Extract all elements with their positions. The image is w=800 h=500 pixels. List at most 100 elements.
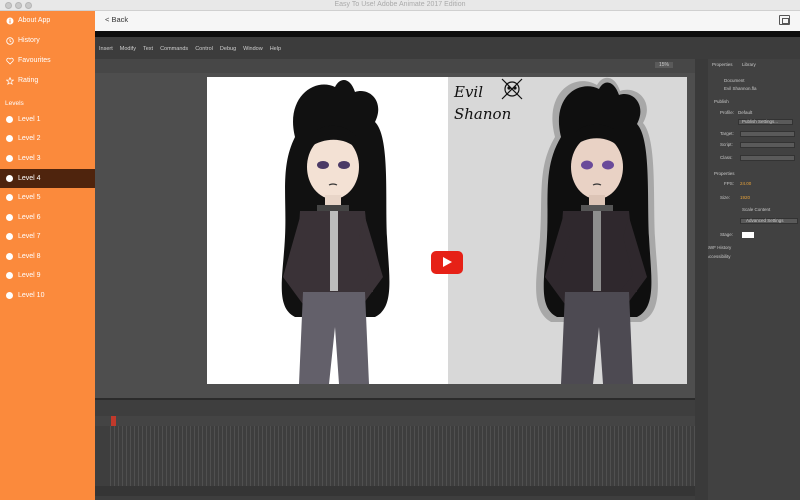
target-field <box>740 131 795 137</box>
sidebar-item-label: Level 4 <box>18 175 41 182</box>
sidebar-item-level-2[interactable]: Level 2 <box>0 129 95 148</box>
sidebar-item-label: About App <box>18 17 51 24</box>
stage-color-swatch <box>742 232 754 238</box>
timeline-frames <box>110 426 695 486</box>
animate-menu-bar: Insert Modify Text Commands Control Debu… <box>95 37 800 59</box>
zoom-field: 15% <box>655 62 674 68</box>
sidebar-item-label: Level 3 <box>18 155 41 162</box>
clock-icon <box>6 36 14 45</box>
sidebar-item-label: Level 9 <box>18 272 41 279</box>
sidebar-item-about-app[interactable]: About App <box>0 11 95 30</box>
character-lineart-illustration <box>281 80 390 384</box>
level-bullet-icon <box>6 155 13 162</box>
publish-settings-label: Publish Settings... <box>742 119 779 124</box>
window-title: Easy To Use! Adobe Animate 2017 Edition <box>334 1 466 8</box>
size-label: Size: <box>720 195 731 200</box>
menu-modify: Modify <box>119 46 136 52</box>
sidebar-item-level-10[interactable]: Level 10 <box>0 286 95 305</box>
fullscreen-icon[interactable] <box>779 15 790 25</box>
levels-section-label: Levels <box>5 100 24 107</box>
profile-value: Default <box>738 110 753 115</box>
size-value: 1920 <box>740 195 751 200</box>
advanced-settings-label: Advanced Settings <box>746 218 784 223</box>
app-window: Easy To Use! Adobe Animate 2017 Edition … <box>0 0 800 500</box>
class-label: Class: <box>720 155 733 160</box>
stage-toolbar: 15% <box>95 59 695 73</box>
sidebar-item-history[interactable]: History <box>0 31 95 50</box>
handwriting-line-1: Evil <box>454 83 484 101</box>
level-bullet-icon <box>6 194 13 201</box>
timeline-ruler <box>95 416 695 426</box>
fps-value: 24.00 <box>740 181 752 186</box>
menu-help: Help <box>269 46 282 52</box>
sidebar-item-label: Level 2 <box>18 135 41 142</box>
top-toolbar: < Back <box>95 11 800 31</box>
sidebar-item-level-5[interactable]: Level 5 <box>0 188 95 207</box>
publish-label: Publish <box>714 99 729 104</box>
script-field <box>740 142 795 148</box>
sidebar-item-level-1[interactable]: Level 1 <box>0 110 95 129</box>
level-bullet-icon <box>6 253 13 260</box>
back-button[interactable]: < Back <box>105 15 128 24</box>
menu-insert: Insert <box>99 46 113 52</box>
panel-tool-column <box>695 59 708 500</box>
sidebar-item-favourites[interactable]: Favourites <box>0 51 95 70</box>
menu-window: Window <box>243 46 263 52</box>
profile-label: Profile: <box>720 110 735 115</box>
panel-tab-properties: Properties <box>712 62 733 67</box>
properties-section-label: Properties <box>714 171 735 176</box>
level-bullet-icon <box>6 175 13 182</box>
video-play-button[interactable] <box>431 251 463 274</box>
menu-text: Text <box>142 46 154 52</box>
level-bullet-icon <box>6 116 13 123</box>
sidebar: About App History Favourites Rating Leve… <box>0 11 95 500</box>
sidebar-item-level-7[interactable]: Level 7 <box>0 227 95 246</box>
stage-label: Stage: <box>720 232 734 237</box>
scale-content-label: Scale Content <box>742 207 771 212</box>
target-label: Target: <box>720 131 734 136</box>
animate-menu: Insert Modify Text Commands Control Debu… <box>95 46 281 52</box>
sidebar-item-level-6[interactable]: Level 6 <box>0 208 95 227</box>
swf-history-label: SWF History <box>706 245 732 250</box>
menu-control: Control <box>195 46 213 52</box>
sidebar-item-label: Level 7 <box>18 233 41 240</box>
sidebar-item-rating[interactable]: Rating <box>0 71 95 90</box>
sidebar-item-label: Level 1 <box>18 116 41 123</box>
level-bullet-icon <box>6 135 13 142</box>
title-bar: Easy To Use! Adobe Animate 2017 Edition <box>0 0 800 11</box>
sidebar-item-label: Level 8 <box>18 253 41 260</box>
handwriting-text: Evil Shanon <box>454 81 511 125</box>
menu-debug: Debug <box>219 46 237 52</box>
sidebar-item-label: Level 6 <box>18 214 41 221</box>
video-player[interactable]: Insert Modify Text Commands Control Debu… <box>95 31 800 500</box>
properties-panel: Properties Library Document Evil Shannon… <box>695 59 800 500</box>
info-icon <box>6 17 14 25</box>
playhead-marker <box>111 416 116 426</box>
sidebar-item-level-9[interactable]: Level 9 <box>0 266 95 285</box>
sidebar-item-label: Rating <box>18 77 39 84</box>
menu-commands: Commands <box>160 46 189 52</box>
timeline-panel <box>95 398 695 500</box>
accessibility-label: Accessibility <box>706 254 731 259</box>
sidebar-item-label: History <box>18 37 40 44</box>
doc-name: Evil Shannon.fla <box>724 86 757 91</box>
level-bullet-icon <box>6 272 13 279</box>
fps-label: FPS: <box>724 181 735 186</box>
sidebar-item-label: Favourites <box>18 57 51 64</box>
sidebar-item-label: Level 10 <box>18 292 45 299</box>
doc-label: Document <box>724 78 745 83</box>
sidebar-item-level-3[interactable]: Level 3 <box>0 149 95 168</box>
star-icon <box>6 76 14 85</box>
level-bullet-icon <box>6 214 13 221</box>
level-bullet-icon <box>6 233 13 240</box>
heart-icon <box>6 57 14 65</box>
sidebar-item-level-4[interactable]: Level 4 <box>0 169 95 188</box>
character-colored-illustration <box>536 77 658 384</box>
class-field <box>740 155 795 161</box>
sidebar-item-level-8[interactable]: Level 8 <box>0 247 95 266</box>
level-bullet-icon <box>6 292 13 299</box>
script-label: Script: <box>720 142 733 147</box>
handwriting-line-2: Shanon <box>454 105 512 123</box>
sidebar-item-label: Level 5 <box>18 194 41 201</box>
timeline-controls <box>95 486 695 496</box>
